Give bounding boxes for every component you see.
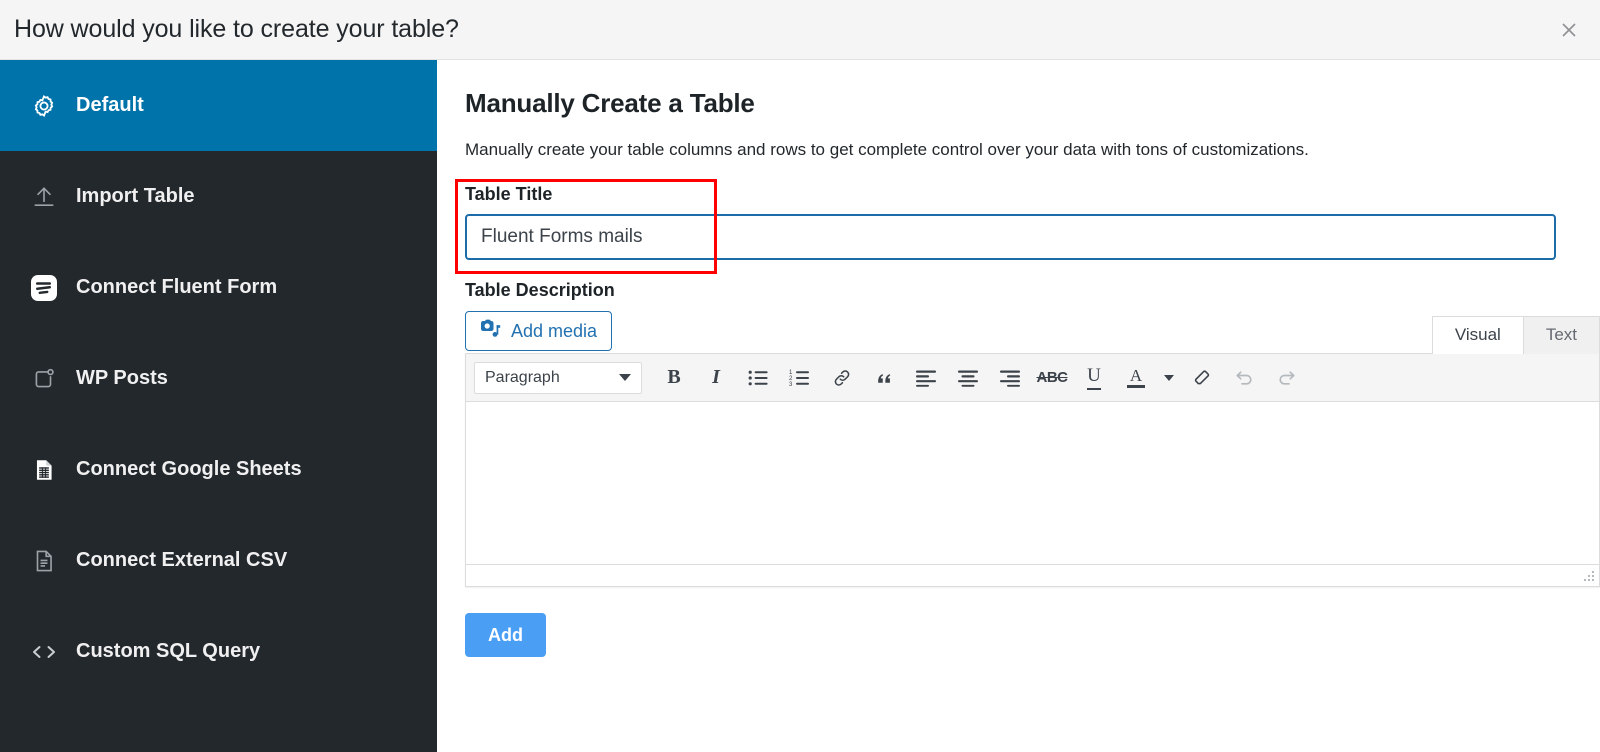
sidebar-item-import-table[interactable]: Import Table [0, 151, 437, 242]
sidebar-item-connect-fluent-form[interactable]: Connect Fluent Form [0, 242, 437, 333]
description-editor: Add media Visual Text Paragraph B I 1 2 … [465, 311, 1600, 587]
underline-letter: U [1087, 365, 1101, 390]
chevron-down-icon [619, 374, 631, 381]
close-icon[interactable] [1552, 13, 1586, 47]
create-table-modal: How would you like to create your table?… [0, 0, 1600, 752]
editor-content-area[interactable] [466, 402, 1599, 564]
bold-icon[interactable]: B [654, 359, 694, 397]
add-media-button[interactable]: Add media [465, 311, 613, 351]
table-title-label: Table Title [465, 184, 553, 204]
editor-box: Paragraph B I 1 2 3 ABC U A [465, 353, 1600, 587]
fluent-forms-logo-icon [28, 272, 60, 304]
text-color-chevron-down-icon[interactable] [1158, 374, 1180, 381]
format-select[interactable]: Paragraph [474, 361, 642, 394]
numbered-list-icon[interactable]: 1 2 3 [780, 359, 820, 397]
section-title: Manually Create a Table [465, 88, 755, 118]
tab-text[interactable]: Text [1522, 316, 1600, 354]
editor-toolbar: Paragraph B I 1 2 3 ABC U A [466, 354, 1599, 402]
resize-handle-icon[interactable] [1580, 570, 1596, 584]
modal-header: How would you like to create your table? [0, 0, 1600, 60]
sidebar-item-connect-google-sheets[interactable]: Connect Google Sheets [0, 424, 437, 515]
svg-text:3: 3 [789, 382, 793, 387]
sidebar-item-connect-external-csv[interactable]: Connect External CSV [0, 515, 437, 606]
code-brackets-icon [28, 636, 60, 668]
sidebar-item-label: Custom SQL Query [76, 640, 261, 662]
table-description-label: Table Description [465, 280, 615, 300]
sidebar: Default Import Table Connect Fluent Form… [0, 60, 437, 752]
main-content: Manually Create a Table Manually create … [437, 60, 1600, 752]
editor-media-row: Add media Visual Text [465, 311, 1600, 354]
sidebar-item-label: Connect Fluent Form [76, 276, 278, 298]
clear-formatting-eraser-icon[interactable] [1182, 359, 1222, 397]
sidebar-item-label: Default [76, 94, 144, 116]
blockquote-icon[interactable] [864, 359, 904, 397]
document-lines-icon [28, 545, 60, 577]
undo-icon[interactable] [1224, 359, 1264, 397]
format-select-value: Paragraph [485, 368, 560, 386]
spreadsheet-icon [28, 454, 60, 486]
link-icon[interactable] [822, 359, 862, 397]
underline-icon[interactable]: U [1074, 359, 1114, 397]
sidebar-item-label: Connect External CSV [76, 549, 288, 571]
upload-icon [28, 181, 60, 213]
close-icon-glyph [1562, 22, 1576, 37]
align-center-icon[interactable] [948, 359, 988, 397]
add-button[interactable]: Add [465, 613, 546, 657]
text-color-icon[interactable]: A [1116, 359, 1156, 397]
gear-icon [28, 90, 60, 122]
sidebar-item-label: WP Posts [76, 367, 168, 389]
media-icon-glyph [481, 319, 501, 337]
text-color-letter: A [1129, 366, 1143, 385]
section-description: Manually create your table columns and r… [465, 140, 1309, 159]
editor-status-bar [466, 564, 1599, 586]
fluent-forms-logo-mark [31, 274, 57, 301]
add-media-label: Add media [511, 320, 598, 341]
redo-icon[interactable] [1266, 359, 1306, 397]
strikethrough-icon[interactable]: ABC [1032, 359, 1072, 397]
wp-posts-icon [28, 363, 60, 395]
media-icon [480, 319, 502, 344]
sidebar-item-label: Connect Google Sheets [76, 458, 302, 480]
sidebar-item-custom-sql-query[interactable]: Custom SQL Query [0, 606, 437, 697]
bulleted-list-icon[interactable] [738, 359, 778, 397]
sidebar-item-label: Import Table [76, 185, 195, 207]
chevron-down-glyph [1164, 374, 1174, 381]
italic-icon[interactable]: I [696, 359, 736, 397]
text-color-swatch [1127, 385, 1145, 388]
editor-mode-tabs: Visual Text [1431, 316, 1600, 354]
align-left-icon[interactable] [906, 359, 946, 397]
table-title-input[interactable] [465, 214, 1556, 260]
sidebar-item-default[interactable]: Default [0, 60, 437, 151]
sidebar-item-wp-posts[interactable]: WP Posts [0, 333, 437, 424]
modal-body: Default Import Table Connect Fluent Form… [0, 60, 1600, 752]
align-right-icon[interactable] [990, 359, 1030, 397]
tab-visual[interactable]: Visual [1431, 316, 1524, 354]
page-title: How would you like to create your table? [14, 15, 459, 43]
fluent-forms-lines [36, 281, 51, 294]
